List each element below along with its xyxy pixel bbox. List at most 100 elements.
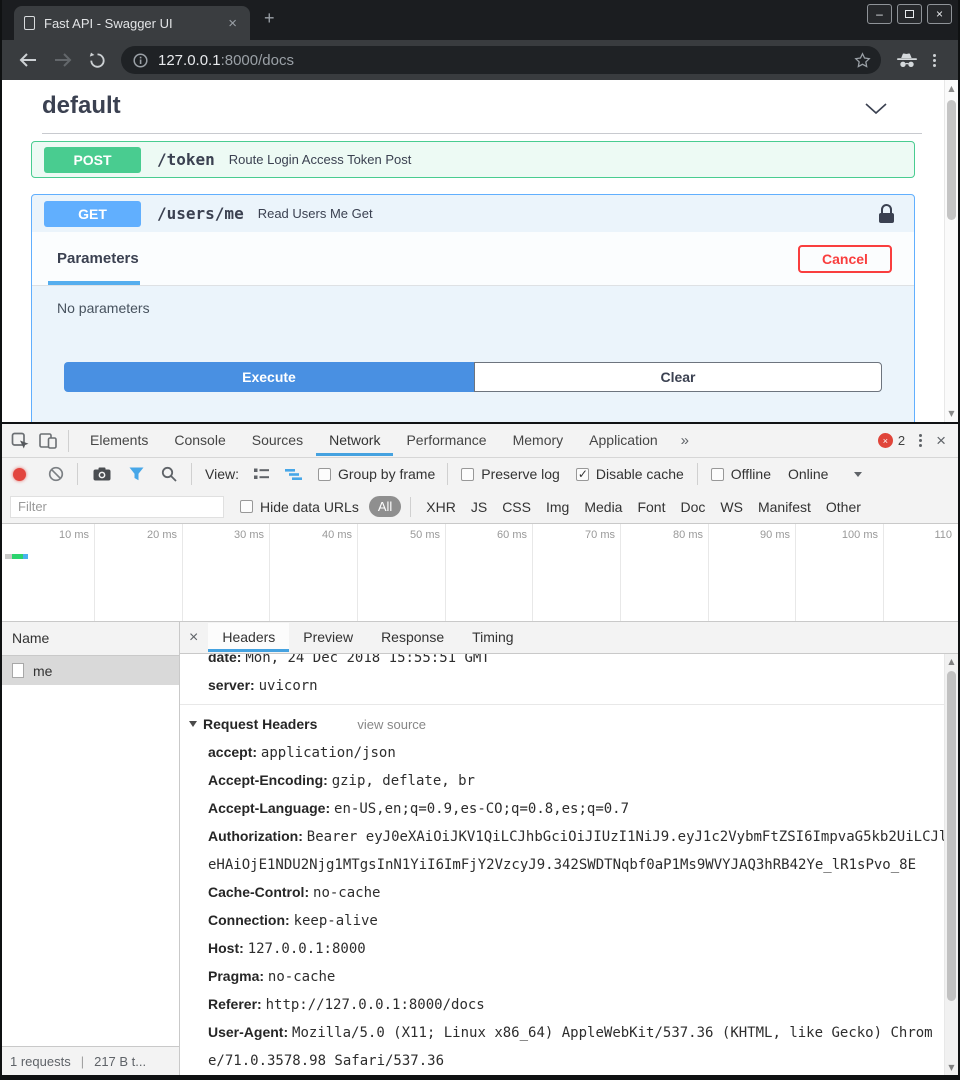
tab-response[interactable]: Response <box>367 623 458 652</box>
tab-headers[interactable]: Headers <box>208 623 289 652</box>
camera-icon <box>93 467 111 481</box>
hide-data-urls-checkbox[interactable] <box>240 500 253 513</box>
get-method-button: GET <box>44 201 141 227</box>
screenshot-button[interactable] <box>93 467 111 481</box>
clear-button[interactable]: Clear <box>474 362 882 392</box>
section-divider <box>42 133 922 134</box>
tab-network[interactable]: Network <box>316 425 393 456</box>
address-bar[interactable]: 127.0.0.1:8000/docs <box>121 46 881 74</box>
filter-input[interactable] <box>10 496 224 518</box>
filter-type-ws[interactable]: WS <box>720 499 743 515</box>
filter-type-doc[interactable]: Doc <box>680 499 705 515</box>
disable-cache-checkbox[interactable]: ✓ <box>576 468 589 481</box>
authorization-lock-icon[interactable] <box>879 204 894 223</box>
minimize-button[interactable]: – <box>867 4 892 24</box>
new-tab-button[interactable]: + <box>264 8 275 29</box>
tab-elements[interactable]: Elements <box>77 425 161 456</box>
endpoint-header[interactable]: GET /users/me Read Users Me Get <box>32 195 914 232</box>
url-text[interactable]: 127.0.0.1:8000/docs <box>158 52 294 69</box>
tab-memory[interactable]: Memory <box>500 425 577 456</box>
tab-console[interactable]: Console <box>161 425 238 456</box>
inspect-element-button[interactable] <box>11 432 29 450</box>
swagger-page: default POST /token Route Login Access T… <box>2 80 958 422</box>
record-button[interactable] <box>13 468 26 481</box>
group-by-frame-checkbox[interactable] <box>318 468 331 481</box>
filter-type-css[interactable]: CSS <box>502 499 531 515</box>
detail-scrollbar[interactable]: ▲ ▼ <box>944 654 958 1075</box>
more-tabs-button[interactable]: » <box>671 432 699 449</box>
transferred-size: 217 B t... <box>94 1054 146 1069</box>
scroll-up-icon[interactable]: ▲ <box>945 657 958 666</box>
filter-type-other[interactable]: Other <box>826 499 861 515</box>
throttling-caret-icon[interactable] <box>854 472 862 477</box>
scroll-up-icon[interactable]: ▲ <box>945 84 958 93</box>
scrollbar-thumb[interactable] <box>947 100 956 220</box>
tab-timing[interactable]: Timing <box>458 623 528 652</box>
request-count: 1 requests <box>10 1054 71 1069</box>
site-info-icon[interactable] <box>133 53 148 68</box>
overview-toggle-button[interactable] <box>284 468 303 481</box>
browser-tab[interactable]: Fast API - Swagger UI × <box>14 6 250 40</box>
clear-requests-button[interactable] <box>48 466 64 482</box>
waterfall-bar-download <box>12 554 23 559</box>
maximize-button[interactable] <box>897 4 922 24</box>
request-header-row: AuthorizationBearer eyJ0eXAiOiJKV1QiLCJh… <box>208 823 944 879</box>
document-icon <box>12 663 24 678</box>
tab-close-icon[interactable]: × <box>225 15 240 32</box>
headers-content: dateMon, 24 Dec 2018 15:55:51 GMT server… <box>180 654 944 1075</box>
throttling-select[interactable]: Online <box>788 466 828 482</box>
filter-type-all[interactable]: All <box>369 496 401 517</box>
list-view-button[interactable] <box>253 467 270 481</box>
request-headers-section[interactable]: Request Headers view source <box>189 709 944 739</box>
page-scrollbar[interactable]: ▲ ▼ <box>944 80 958 422</box>
name-column-header[interactable]: Name <box>2 622 179 656</box>
devtools-menu-button[interactable] <box>919 432 922 449</box>
section-collapse-button[interactable] <box>864 102 888 115</box>
endpoint-post-token[interactable]: POST /token Route Login Access Token Pos… <box>31 141 915 178</box>
funnel-icon <box>129 467 144 481</box>
reload-button[interactable] <box>89 52 106 69</box>
filter-type-font[interactable]: Font <box>637 499 665 515</box>
tab-performance[interactable]: Performance <box>393 425 499 456</box>
filter-toggle-button[interactable] <box>129 467 144 481</box>
search-button[interactable] <box>161 466 177 482</box>
filter-type-js[interactable]: JS <box>471 499 487 515</box>
browser-menu-button[interactable] <box>933 52 936 69</box>
cancel-button[interactable]: Cancel <box>798 245 892 273</box>
request-name: me <box>33 663 52 679</box>
close-window-button[interactable]: × <box>927 4 952 24</box>
bookmark-star-button[interactable] <box>854 52 871 69</box>
offline-label[interactable]: Offline <box>731 466 771 482</box>
filter-type-img[interactable]: Img <box>546 499 569 515</box>
request-detail-pane: × Headers Preview Response Timing dateMo… <box>180 622 958 1075</box>
timeline-tick: 10 ms <box>27 529 89 541</box>
error-badge-icon[interactable]: × <box>878 433 893 448</box>
preserve-log-label[interactable]: Preserve log <box>481 466 560 482</box>
detail-close-button[interactable]: × <box>180 629 208 647</box>
filter-type-manifest[interactable]: Manifest <box>758 499 811 515</box>
checkmark-icon: ✓ <box>578 467 588 481</box>
error-count: 2 <box>898 433 905 448</box>
scroll-down-icon[interactable]: ▼ <box>945 409 958 418</box>
filter-type-xhr[interactable]: XHR <box>426 499 456 515</box>
tab-application[interactable]: Application <box>576 425 671 456</box>
device-toolbar-button[interactable] <box>39 433 57 449</box>
devtools-close-button[interactable]: × <box>936 431 946 451</box>
hide-data-urls-label[interactable]: Hide data URLs <box>260 499 359 515</box>
execute-button[interactable]: Execute <box>64 362 474 392</box>
preserve-log-checkbox[interactable] <box>461 468 474 481</box>
disable-cache-label[interactable]: Disable cache <box>596 466 684 482</box>
filter-type-media[interactable]: Media <box>584 499 622 515</box>
view-source-link[interactable]: view source <box>357 717 426 732</box>
forward-button[interactable] <box>54 53 72 67</box>
request-row-me[interactable]: me <box>2 656 179 685</box>
timeline-tick: 70 ms <box>553 529 615 541</box>
tab-sources[interactable]: Sources <box>239 425 316 456</box>
back-button[interactable] <box>19 53 37 67</box>
filter-bar: Hide data URLs All XHR JS CSS Img Media … <box>2 490 958 524</box>
scroll-down-icon[interactable]: ▼ <box>945 1063 958 1072</box>
tab-preview[interactable]: Preview <box>289 623 367 652</box>
scrollbar-thumb[interactable] <box>947 671 956 1001</box>
group-by-frame-label[interactable]: Group by frame <box>338 466 435 482</box>
offline-checkbox[interactable] <box>711 468 724 481</box>
